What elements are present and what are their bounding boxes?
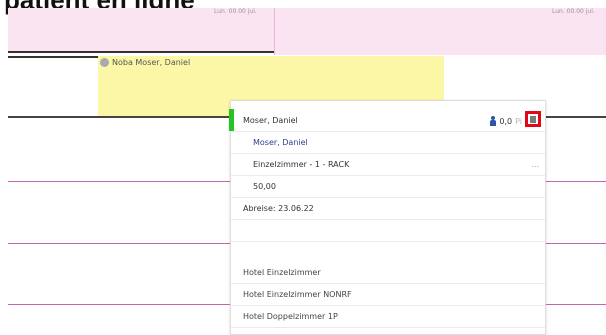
departure-label: Abreise: 23.06.22 bbox=[231, 197, 545, 220]
room-value: Einzelzimmer - 1 - RACK bbox=[253, 159, 350, 169]
guest-name: Moser, Daniel bbox=[243, 115, 298, 125]
header-actions: 0,0 Pi bbox=[490, 111, 541, 129]
group-icon bbox=[100, 58, 109, 67]
guest-link[interactable]: Moser, Daniel bbox=[231, 131, 545, 154]
status-accent bbox=[229, 109, 234, 131]
room-option[interactable]: Hotel Doppelzimmer 1P bbox=[231, 305, 545, 328]
document-icon bbox=[530, 115, 536, 123]
more-icon: ... bbox=[531, 159, 539, 169]
person-icon bbox=[490, 116, 497, 126]
room-select[interactable]: Einzelzimmer - 1 - RACK ... bbox=[231, 153, 545, 176]
popup-header[interactable]: Moser, Daniel 0,0 Pi bbox=[229, 109, 545, 132]
document-button[interactable] bbox=[525, 111, 541, 127]
booking-popup: Moser, Daniel 0,0 Pi Moser, Daniel Einze… bbox=[229, 100, 546, 335]
grid-cell[interactable] bbox=[274, 8, 606, 55]
faded-label: Pi bbox=[515, 116, 522, 126]
empty-row bbox=[231, 219, 545, 242]
booking-label[interactable]: Noba Moser, Daniel bbox=[100, 58, 190, 67]
price-field[interactable]: 50,00 bbox=[231, 175, 545, 198]
room-option[interactable]: Hotel Einzelzimmer NONRF bbox=[231, 283, 545, 306]
column-date-label: Lun. 00.00 jui. bbox=[552, 8, 595, 15]
persons-count: 0,0 bbox=[499, 116, 513, 126]
column-date-label: Lun. 00.00 jui. bbox=[214, 8, 257, 15]
room-option[interactable]: Hotel Einzelzimmer bbox=[231, 261, 545, 284]
booking-label-text: Noba Moser, Daniel bbox=[112, 58, 191, 67]
